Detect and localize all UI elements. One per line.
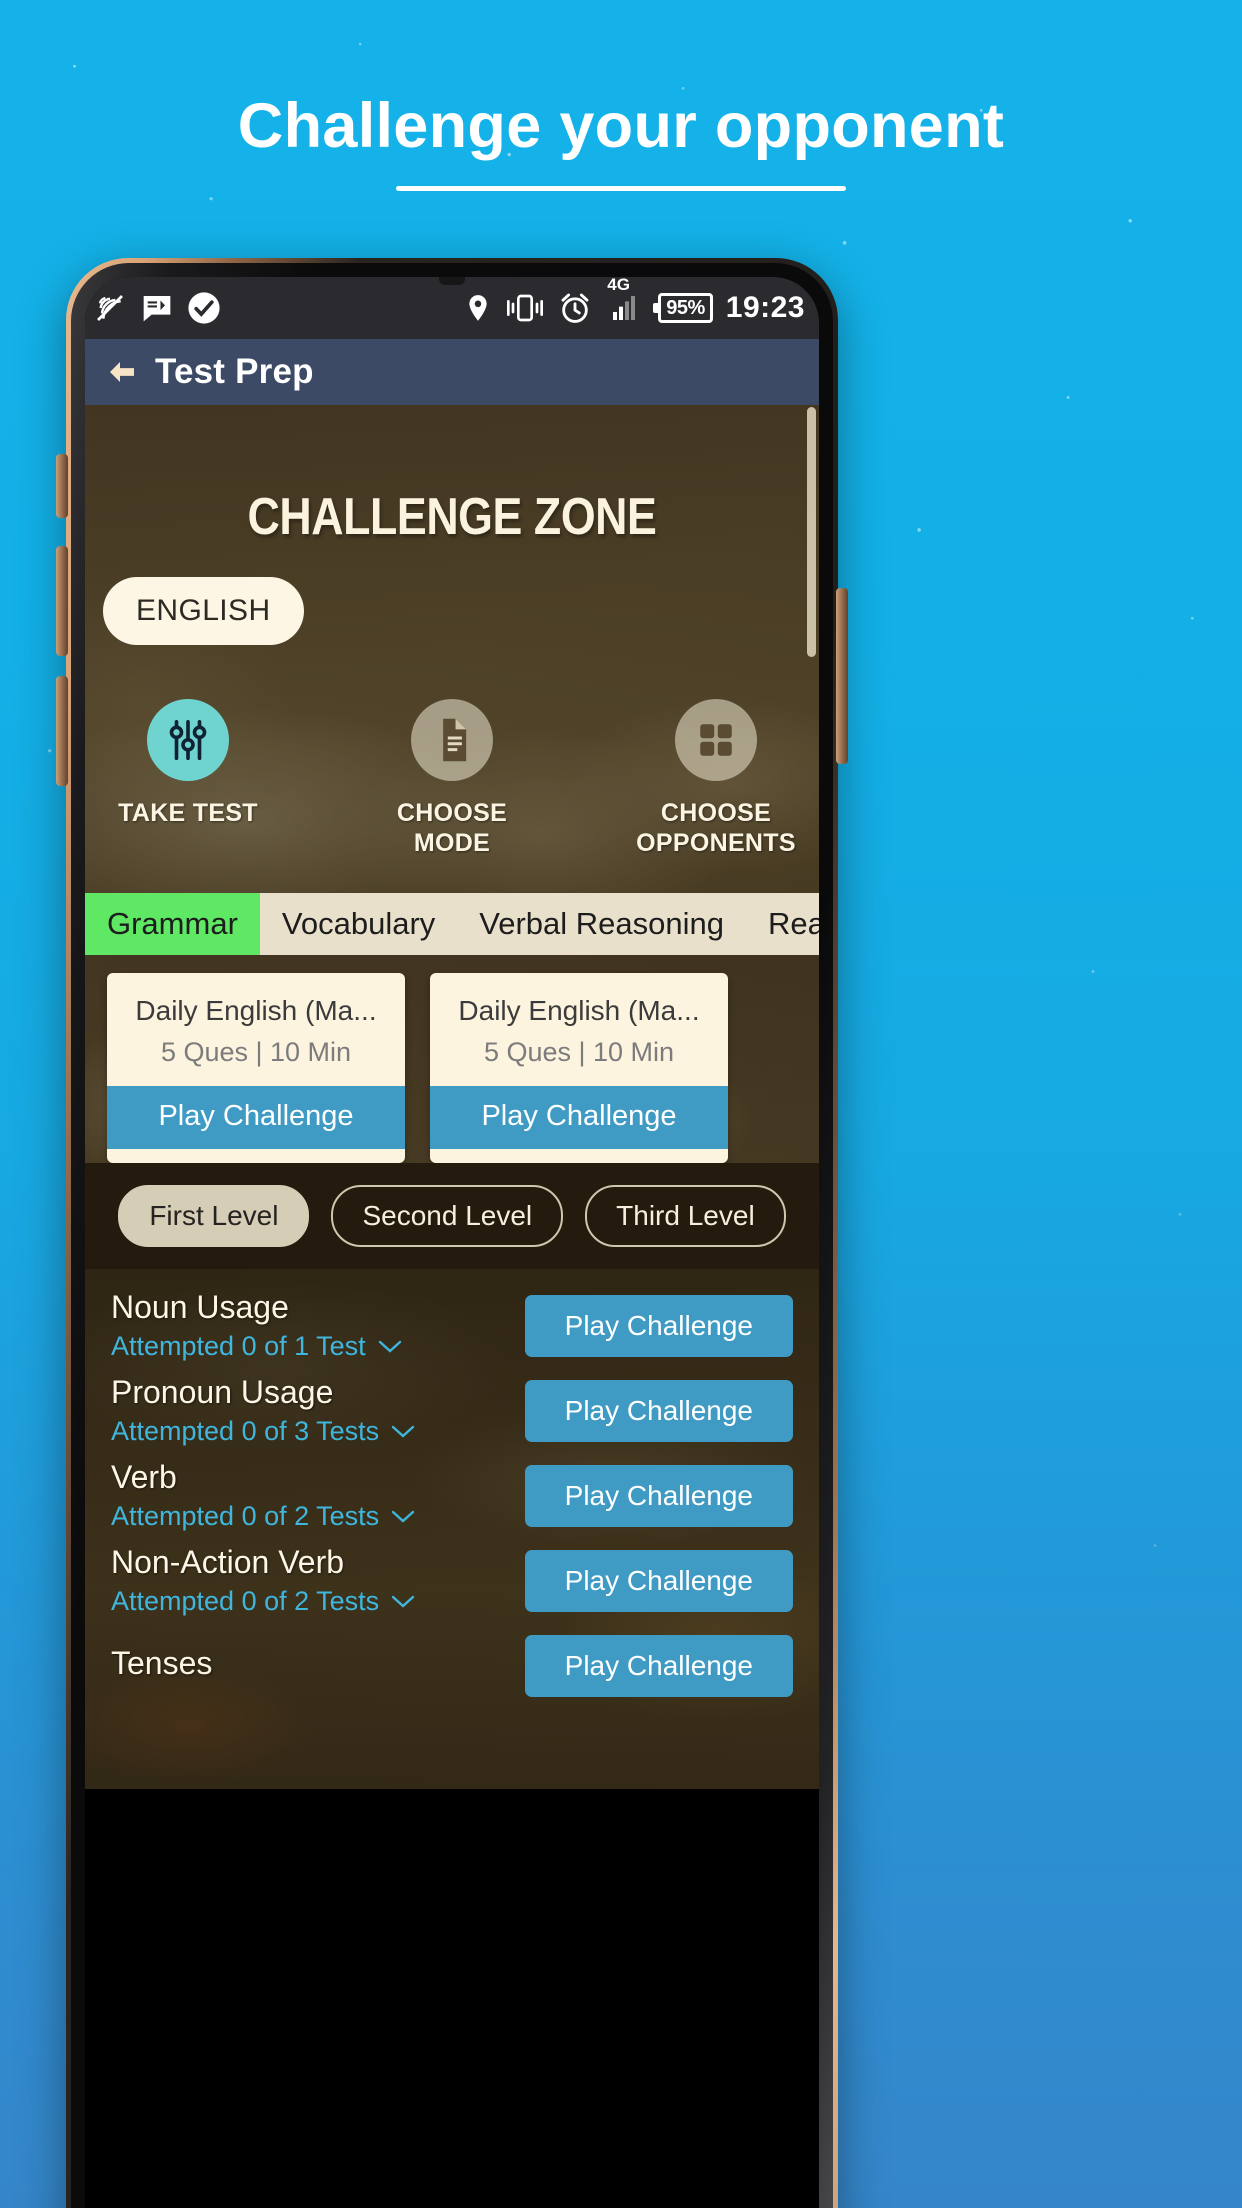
test-status-wrap[interactable]: Attempted 0 of 3 Tests bbox=[111, 1416, 525, 1447]
grid-icon bbox=[700, 724, 732, 756]
promo-headline: Challenge your opponent bbox=[237, 91, 1005, 161]
action-choose-mode[interactable]: CHOOSE MODE bbox=[357, 699, 547, 858]
chevron-down-icon[interactable] bbox=[391, 1424, 415, 1440]
check-circle-icon bbox=[188, 292, 220, 324]
android-status-bar: 4G 95% 19:23 bbox=[85, 277, 819, 339]
test-status-wrap[interactable]: Attempted 0 of 2 Tests bbox=[111, 1501, 525, 1532]
challenge-card-meta: 5 Ques | 10 Min bbox=[160, 1037, 352, 1067]
action-label: CHOOSE OPPONENTS bbox=[636, 799, 796, 857]
challenge-card-title: Daily English (Ma... bbox=[135, 995, 377, 1026]
test-status: Attempted 0 of 1 Test bbox=[111, 1331, 366, 1361]
chevron-down-icon[interactable] bbox=[378, 1339, 402, 1355]
tab-vocabulary[interactable]: Vocabulary bbox=[260, 893, 457, 955]
signal-waves-icon bbox=[97, 295, 123, 321]
back-arrow-icon[interactable] bbox=[103, 356, 141, 388]
take-test-icon-circle bbox=[147, 699, 229, 781]
choose-opponents-icon-circle bbox=[675, 699, 757, 781]
test-title: Verb bbox=[111, 1459, 177, 1495]
test-title: Pronoun Usage bbox=[111, 1374, 334, 1410]
level-selector[interactable]: First Level Second Level Third Level bbox=[85, 1163, 819, 1269]
table-row[interactable]: Noun Usage Attempted 0 of 1 Test Play Ch… bbox=[85, 1283, 819, 1368]
action-label: CHOOSE MODE bbox=[396, 799, 508, 857]
test-status-wrap[interactable]: Attempted 0 of 1 Test bbox=[111, 1331, 525, 1362]
level-pill-third[interactable]: Third Level bbox=[585, 1185, 786, 1247]
table-row[interactable]: Non-Action Verb Attempted 0 of 2 Tests P… bbox=[85, 1538, 819, 1623]
test-info: Non-Action Verb Attempted 0 of 2 Tests bbox=[111, 1544, 525, 1617]
status-clock: 19:23 bbox=[725, 291, 805, 324]
sliders-icon bbox=[169, 719, 207, 761]
level-pill-second[interactable]: Second Level bbox=[331, 1185, 564, 1247]
test-status: Attempted 0 of 2 Tests bbox=[111, 1501, 380, 1531]
test-info: Verb Attempted 0 of 2 Tests bbox=[111, 1459, 525, 1532]
phone-button-left-1 bbox=[56, 454, 68, 518]
tab-reading-comprehension[interactable]: Reading Compreh bbox=[746, 893, 819, 955]
table-row[interactable]: Pronoun Usage Attempted 0 of 3 Tests Pla… bbox=[85, 1368, 819, 1453]
choose-mode-icon-circle bbox=[411, 699, 493, 781]
level-pill-first[interactable]: First Level bbox=[118, 1185, 310, 1247]
test-list[interactable]: Noun Usage Attempted 0 of 1 Test Play Ch… bbox=[85, 1269, 819, 1789]
challenge-card[interactable]: Daily English (Ma... 5 Ques | 10 Min Pla… bbox=[107, 973, 405, 1163]
promo-banner: Challenge your opponent 4G 95% 19:23 Tes… bbox=[0, 0, 1242, 2208]
action-label: TAKE TEST bbox=[118, 799, 258, 827]
test-title: Tenses bbox=[111, 1644, 213, 1681]
play-challenge-button[interactable]: Play Challenge bbox=[524, 1294, 793, 1357]
hero-title: CHALLENGE ZONE bbox=[247, 488, 657, 546]
network-type-label: 4G bbox=[607, 277, 630, 294]
document-icon bbox=[443, 718, 467, 762]
vibrate-icon bbox=[507, 294, 544, 322]
signal-bars-icon bbox=[613, 296, 636, 320]
phone-button-right-1 bbox=[836, 588, 848, 764]
table-row[interactable]: Tenses Play Challenge bbox=[85, 1623, 819, 1708]
challenge-card-body: Daily English (Ma... 5 Ques | 10 Min bbox=[107, 973, 405, 1086]
hero-actions: TAKE TEST CHOOSE MODE CHOOSE OPPONENTS bbox=[85, 699, 819, 858]
test-status: Attempted 0 of 2 Tests bbox=[111, 1586, 380, 1616]
play-challenge-button[interactable]: Play Challenge bbox=[524, 1379, 793, 1442]
challenge-zone-hero: CHALLENGE ZONE ENGLISH TAKE TEST CHOOSE … bbox=[85, 405, 819, 893]
phone-mockup: 4G 95% 19:23 Test Prep CHALLENGE ZONE EN… bbox=[56, 258, 848, 2208]
challenge-card-meta: 5 Ques | 10 Min bbox=[483, 1037, 675, 1067]
location-pin-icon bbox=[469, 295, 487, 321]
phone-bezel: 4G 95% 19:23 Test Prep CHALLENGE ZONE EN… bbox=[71, 263, 833, 2208]
phone-button-left-3 bbox=[56, 676, 68, 786]
chevron-down-icon[interactable] bbox=[391, 1509, 415, 1525]
test-info: Pronoun Usage Attempted 0 of 3 Tests bbox=[111, 1374, 525, 1447]
alarm-clock-icon bbox=[561, 293, 589, 323]
play-challenge-button[interactable]: Play Challenge bbox=[524, 1549, 793, 1612]
table-row[interactable]: Verb Attempted 0 of 2 Tests Play Challen… bbox=[85, 1453, 819, 1538]
play-challenge-button[interactable]: Play Challenge bbox=[524, 1634, 793, 1697]
earpiece-speaker bbox=[439, 277, 465, 285]
challenge-card[interactable]: Daily English (Ma... 5 Ques | 10 Min Pla… bbox=[430, 973, 728, 1163]
app-bar: Test Prep bbox=[85, 339, 819, 405]
play-challenge-button[interactable]: Play Challenge bbox=[430, 1086, 728, 1149]
tab-grammar[interactable]: Grammar bbox=[85, 893, 260, 955]
content-scrollbar[interactable] bbox=[807, 407, 816, 657]
test-status: Attempted 0 of 3 Tests bbox=[111, 1416, 380, 1446]
challenge-card-body: Daily English (Ma... 5 Ques | 10 Min bbox=[430, 973, 728, 1086]
test-info: Tenses bbox=[111, 1645, 525, 1687]
tab-verbal-reasoning[interactable]: Verbal Reasoning bbox=[457, 893, 746, 955]
test-title: Non-Action Verb bbox=[111, 1544, 345, 1580]
play-challenge-button[interactable]: Play Challenge bbox=[107, 1086, 405, 1149]
test-info: Noun Usage Attempted 0 of 1 Test bbox=[111, 1289, 525, 1362]
chat-message-icon bbox=[143, 296, 171, 322]
status-icons-left bbox=[93, 291, 221, 325]
promo-divider bbox=[396, 186, 846, 191]
phone-screen: 4G 95% 19:23 Test Prep CHALLENGE ZONE EN… bbox=[85, 277, 819, 2208]
action-choose-opponents[interactable]: CHOOSE OPPONENTS bbox=[621, 699, 811, 858]
category-tabs[interactable]: Grammar Vocabulary Verbal Reasoning Read… bbox=[85, 893, 819, 955]
test-status-wrap[interactable]: Attempted 0 of 2 Tests bbox=[111, 1586, 525, 1617]
test-title: Noun Usage bbox=[111, 1289, 289, 1325]
phone-button-left-2 bbox=[56, 546, 68, 656]
status-icons-right: 4G 95% 19:23 bbox=[464, 277, 805, 325]
network-signal: 4G bbox=[605, 277, 641, 324]
app-bar-title: Test Prep bbox=[155, 352, 314, 391]
language-chip[interactable]: ENGLISH bbox=[103, 577, 304, 645]
challenge-card-title: Daily English (Ma... bbox=[458, 995, 700, 1026]
chevron-down-icon[interactable] bbox=[391, 1594, 415, 1610]
play-challenge-button[interactable]: Play Challenge bbox=[524, 1464, 793, 1527]
action-take-test[interactable]: TAKE TEST bbox=[93, 699, 283, 858]
battery-indicator: 95% bbox=[653, 293, 713, 323]
challenge-cards-strip[interactable]: Daily English (Ma... 5 Ques | 10 Min Pla… bbox=[85, 955, 819, 1163]
